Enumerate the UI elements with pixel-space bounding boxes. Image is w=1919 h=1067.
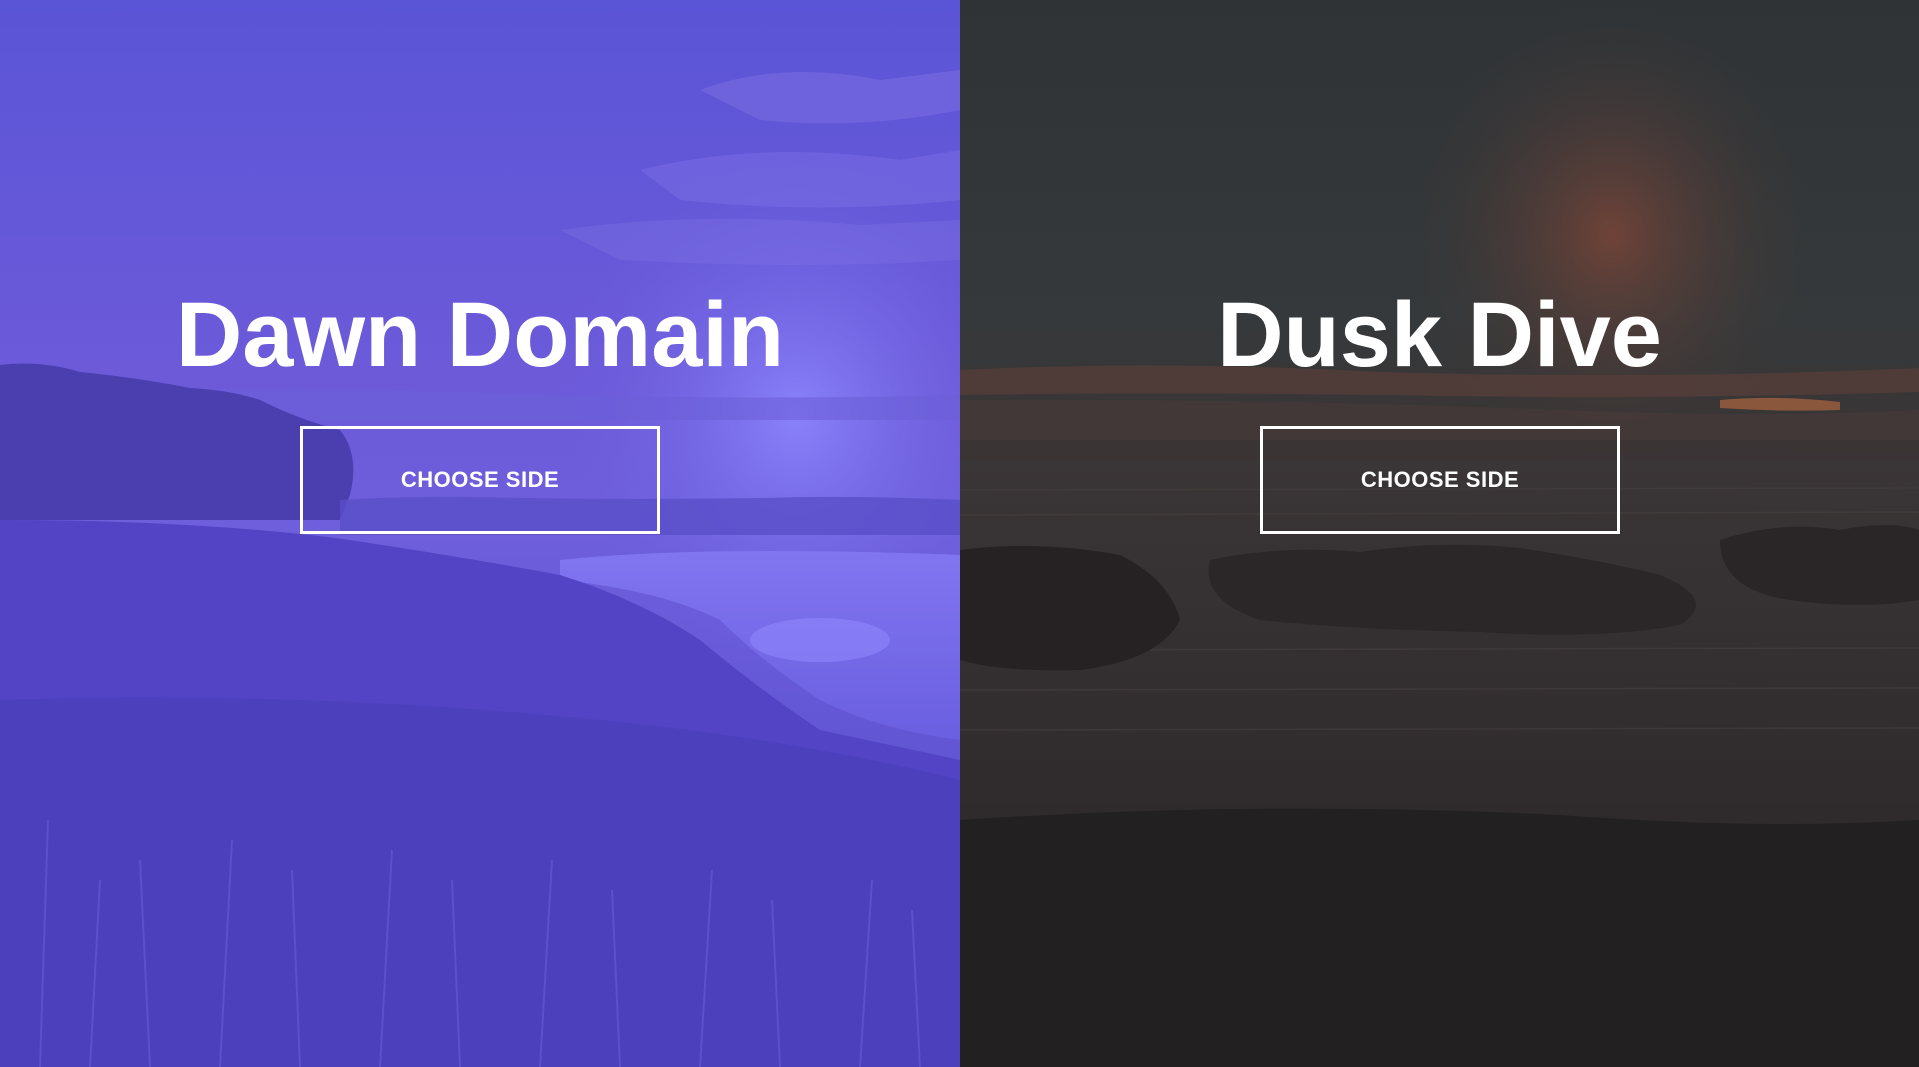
dusk-title: Dusk Dive <box>1217 284 1662 386</box>
dusk-panel[interactable]: Dusk Dive CHOOSE SIDE <box>960 0 1919 1067</box>
dawn-panel[interactable]: Dawn Domain CHOOSE SIDE <box>0 0 960 1067</box>
dusk-content: Dusk Dive CHOOSE SIDE <box>960 0 1919 1067</box>
split-landing: Dawn Domain CHOOSE SIDE Dusk Dive CHOOSE… <box>0 0 1919 1067</box>
dawn-content: Dawn Domain CHOOSE SIDE <box>0 0 960 1067</box>
dawn-choose-side-button[interactable]: CHOOSE SIDE <box>300 426 660 534</box>
dawn-title: Dawn Domain <box>175 284 785 386</box>
dusk-choose-side-button[interactable]: CHOOSE SIDE <box>1260 426 1620 534</box>
